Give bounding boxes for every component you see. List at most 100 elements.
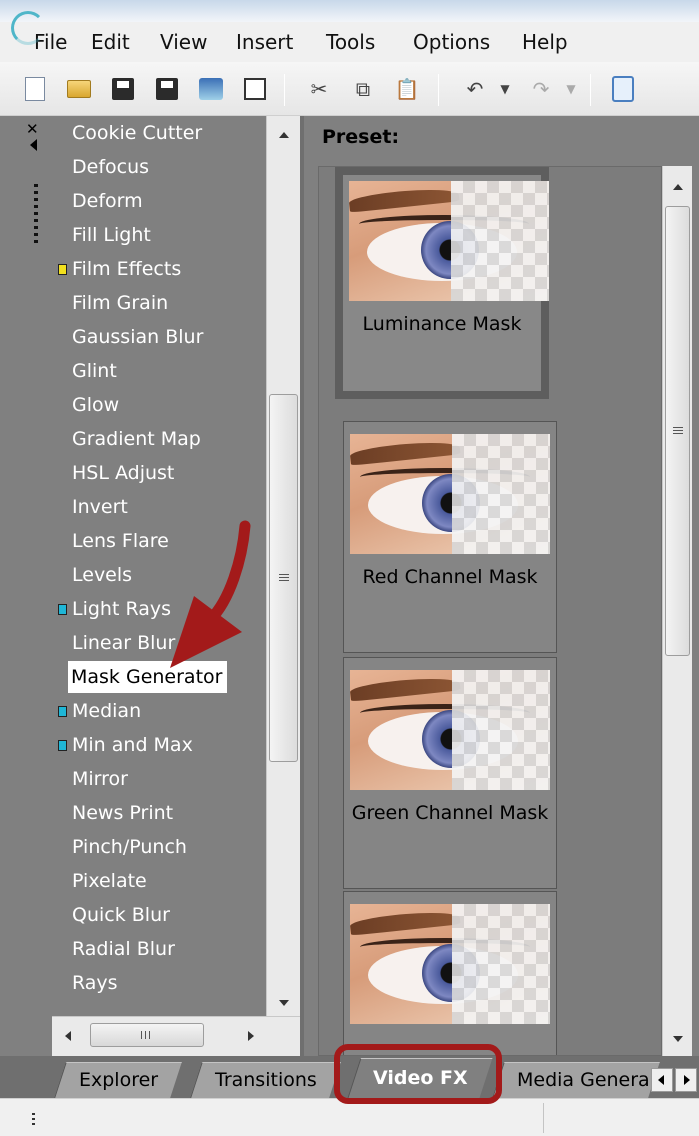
preset-card[interactable] xyxy=(343,891,557,1055)
plugin-list-item[interactable]: Invert xyxy=(52,490,128,524)
plugin-list-item[interactable]: Mask Generator xyxy=(68,661,228,693)
scroll-up-arrow-icon[interactable] xyxy=(672,184,683,190)
menu-edit[interactable]: Edit xyxy=(91,30,130,54)
plugin-list-item[interactable]: Pixelate xyxy=(52,864,147,898)
preset-card[interactable]: Red Channel Mask xyxy=(343,421,557,653)
redo-icon[interactable]: ↷ xyxy=(528,76,554,102)
status-divider xyxy=(543,1103,544,1133)
menu-view[interactable]: View xyxy=(160,30,207,54)
scroll-down-arrow-icon[interactable] xyxy=(672,1036,683,1042)
plugin-list-item-label: HSL Adjust xyxy=(72,462,175,484)
plugin-list-item-label: Mirror xyxy=(72,768,128,790)
plugin-list-item[interactable]: Defocus xyxy=(52,150,149,184)
copy-icon[interactable]: ⧉ xyxy=(350,76,376,102)
menu-tools[interactable]: Tools xyxy=(326,30,375,54)
new-document-icon[interactable] xyxy=(22,76,48,102)
scrollbar-thumb[interactable] xyxy=(665,206,690,656)
toolbar-separator xyxy=(590,74,591,106)
plugin-list-item-label: Quick Blur xyxy=(72,904,170,926)
plugin-list-item[interactable]: Glint xyxy=(52,354,117,388)
menu-options[interactable]: Options xyxy=(413,30,490,54)
plugin-list-item[interactable]: Light Rays xyxy=(52,592,171,626)
preset-card[interactable]: Green Channel Mask xyxy=(343,657,557,889)
scroll-left-arrow-icon[interactable] xyxy=(65,1031,71,1041)
plugin-list-item[interactable]: Fill Light xyxy=(52,218,151,252)
save-as-icon[interactable] xyxy=(154,76,180,102)
plugin-list-item[interactable]: Mirror xyxy=(52,762,128,796)
plugin-list-item[interactable]: Glow xyxy=(52,388,119,422)
dropdown-icon[interactable]: ▼ xyxy=(558,76,584,102)
plugin-list-item-label: Cookie Cutter xyxy=(72,122,203,144)
render-as-icon[interactable] xyxy=(198,76,224,102)
tab-explorer[interactable]: Explorer xyxy=(54,1062,182,1098)
pin-icon[interactable] xyxy=(30,139,37,151)
busy-cursor-icon xyxy=(11,11,45,45)
preset-heading: Preset: xyxy=(322,126,400,148)
toolbar-separator xyxy=(438,74,439,106)
plugin-list-item[interactable]: HSL Adjust xyxy=(52,456,174,490)
plugin-list-vertical-scrollbar[interactable] xyxy=(266,116,300,1016)
close-icon[interactable]: ✕ xyxy=(26,120,39,138)
plugin-list-item[interactable]: Median xyxy=(52,694,141,728)
status-bar xyxy=(0,1098,699,1136)
plugin-list-item[interactable]: Min and Max xyxy=(52,728,193,762)
pane-splitter[interactable] xyxy=(300,116,304,1056)
scrollbar-thumb[interactable] xyxy=(269,394,298,762)
preset-card-label: Green Channel Mask xyxy=(351,802,549,824)
plugin-list-item-label: Film Effects xyxy=(72,258,182,280)
paste-icon[interactable]: 📋 xyxy=(394,76,420,102)
plugin-list-item[interactable]: Quick Blur xyxy=(52,898,170,932)
preset-thumbnail xyxy=(350,904,550,1024)
menu-insert[interactable]: Insert xyxy=(236,30,293,54)
dropdown-icon[interactable]: ▼ xyxy=(492,76,518,102)
plugin-list-item[interactable]: Film Grain xyxy=(52,286,168,320)
plugin-list-item-label: Glint xyxy=(72,360,117,382)
gpu-accelerated-badge-icon xyxy=(58,264,67,275)
scrollbar-thumb[interactable] xyxy=(90,1023,204,1047)
drag-handle-icon[interactable] xyxy=(34,184,38,244)
plugin-list-item[interactable]: Rays xyxy=(52,966,118,1000)
preset-gallery-vertical-scrollbar[interactable] xyxy=(662,166,692,1056)
plugin-list-item[interactable]: Lens Flare xyxy=(52,524,169,558)
scroll-up-arrow-icon[interactable] xyxy=(278,132,289,138)
save-icon[interactable] xyxy=(110,76,136,102)
tab-video-fx[interactable]: Video FX xyxy=(347,1058,493,1098)
video-fx-window: ✕ Cookie Cutter Defocus Deform Fill Light Fi… xyxy=(0,116,699,1056)
tab-scroll-left-icon[interactable] xyxy=(651,1068,673,1092)
plugin-list-item[interactable]: Linear Blur xyxy=(52,626,175,660)
title-bar xyxy=(0,0,699,45)
menu-help[interactable]: Help xyxy=(522,30,568,54)
cut-icon[interactable]: ✂ xyxy=(306,76,332,102)
toolbar: ✂ ⧉ 📋 ↶ ▼ ↷ ▼ xyxy=(0,62,699,116)
plugin-list-item-label: Deform xyxy=(72,190,143,212)
plugin-list-item[interactable]: Radial Blur xyxy=(52,932,175,966)
plugin-list-horizontal-scrollbar[interactable] xyxy=(52,1016,300,1056)
plugin-list-item-label: Rays xyxy=(72,972,118,994)
plugin-list-item[interactable]: Levels xyxy=(52,558,132,592)
window-dock-grip[interactable]: ✕ xyxy=(0,116,52,1056)
tab-media-generators[interactable]: Media Genera xyxy=(492,1062,660,1098)
plugin-list: Cookie Cutter Defocus Deform Fill Light Film… xyxy=(52,116,300,1016)
plugin-list-item[interactable]: Deform xyxy=(52,184,143,218)
normal-edit-tool-icon[interactable] xyxy=(610,76,636,102)
plugin-list-item[interactable]: Gradient Map xyxy=(52,422,201,456)
tab-scroll-right-icon[interactable] xyxy=(675,1068,697,1092)
plugin-list-item[interactable]: Film Effects xyxy=(52,252,181,286)
plugin-list-item-label: Radial Blur xyxy=(72,938,175,960)
tab-transitions[interactable]: Transitions xyxy=(190,1062,341,1098)
scroll-down-arrow-icon[interactable] xyxy=(278,1000,289,1006)
plugin-list-item[interactable]: News Print xyxy=(52,796,173,830)
undo-icon[interactable]: ↶ xyxy=(462,76,488,102)
preset-card[interactable]: Luminance Mask xyxy=(335,167,549,399)
gpu-accelerated-badge-icon xyxy=(58,740,67,751)
plugin-list-item[interactable]: Gaussian Blur xyxy=(52,320,203,354)
open-folder-icon[interactable] xyxy=(66,76,92,102)
plugin-list-item-label: Gradient Map xyxy=(72,428,201,450)
plugin-list-item[interactable]: Pinch/Punch xyxy=(52,830,187,864)
properties-icon[interactable] xyxy=(242,76,268,102)
plugin-list-item[interactable]: Cookie Cutter xyxy=(52,116,202,150)
plugin-list-item-label: Light Rays xyxy=(72,598,172,620)
status-grip-icon xyxy=(32,1113,35,1125)
plugin-list-item-label: News Print xyxy=(72,802,174,824)
scroll-right-arrow-icon[interactable] xyxy=(248,1031,254,1041)
